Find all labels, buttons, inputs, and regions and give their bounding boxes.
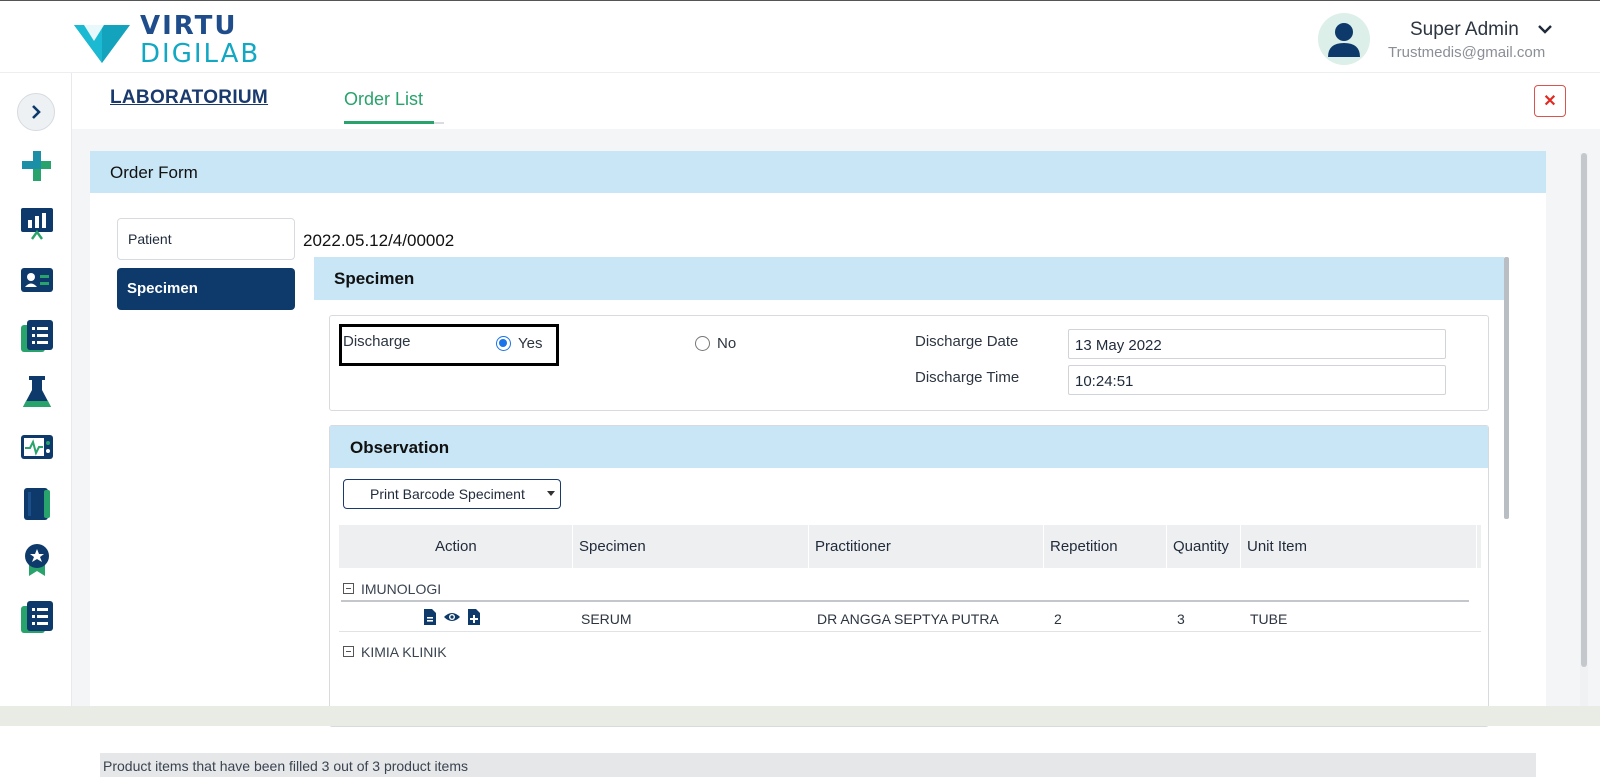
observation-title: Observation [350, 438, 450, 457]
cell-unit-item: TUBE [1250, 611, 1288, 627]
monitor-pulse-icon[interactable] [20, 431, 54, 465]
app-header: VIRTU DIGILAB Super Admin Trustmedis@gma… [0, 1, 1600, 73]
column-divider [1166, 525, 1167, 568]
column-divider [1240, 525, 1241, 568]
discharge-yes-radio[interactable] [496, 336, 511, 351]
specimen-title: Specimen [334, 269, 415, 288]
group-label: KIMIA KLINIK [361, 644, 447, 660]
add-document-icon[interactable] [467, 609, 481, 625]
active-tab-indicator [344, 121, 434, 124]
discharge-yes-label[interactable]: Yes [518, 335, 542, 352]
specimen-panel: Specimen Discharge Yes No Discharge Date… [314, 257, 1509, 727]
table-header: Action Specimen Practitioner Repetition … [339, 525, 1481, 568]
document-list-icon[interactable] [20, 600, 54, 634]
column-divider [572, 525, 573, 568]
chevron-down-icon[interactable] [1538, 21, 1552, 37]
sidebar [0, 73, 72, 726]
order-form-card: Order Form Patient Specimen 2022.05.12/4… [90, 151, 1546, 777]
print-barcode-label: Print Barcode Speciment [370, 486, 525, 502]
cell-quantity: 3 [1177, 611, 1185, 627]
document-icon[interactable] [423, 609, 437, 625]
cell-practitioner: DR ANGGA SEPTYA PUTRA [817, 611, 999, 627]
user-icon [1328, 23, 1360, 57]
document-list-icon[interactable] [20, 319, 54, 353]
col-practitioner: Practitioner [815, 538, 891, 555]
discharge-date-label: Discharge Date [915, 333, 1019, 350]
discharge-date-field[interactable]: 13 May 2022 [1068, 329, 1446, 359]
book-icon[interactable] [20, 487, 54, 521]
brand-line1: VIRTU [140, 11, 238, 41]
brand-line2: DIGILAB [140, 39, 261, 69]
discharge-no-label[interactable]: No [717, 335, 736, 352]
tab-bar: LABORATORIUM Order List ✕ [72, 73, 1600, 129]
cell-repetition: 2 [1054, 611, 1062, 627]
collapse-icon[interactable] [343, 583, 354, 594]
fill-status-message: Product items that have been filled 3 ou… [100, 753, 1536, 777]
column-divider [1476, 525, 1477, 568]
discharge-section: Discharge Yes No Discharge Date 13 May 2… [329, 315, 1489, 411]
flask-icon[interactable] [20, 375, 54, 409]
user-email: Trustmedis@gmail.com [1388, 44, 1546, 61]
order-form-header: Order Form [90, 151, 1546, 193]
observation-header: Observation [330, 426, 1488, 468]
user-menu[interactable]: Super Admin Trustmedis@gmail.com [1318, 13, 1578, 65]
close-button[interactable]: ✕ [1534, 85, 1566, 117]
tab-order-list[interactable]: Order List [344, 89, 423, 110]
collapse-icon[interactable] [343, 646, 354, 657]
nav-specimen[interactable]: Specimen [117, 268, 295, 310]
chart-board-icon[interactable] [20, 206, 54, 240]
specimen-header: Specimen [314, 257, 1504, 300]
group-row-kimia-klinik[interactable]: KIMIA KLINIK [339, 640, 639, 660]
column-divider [1043, 525, 1044, 568]
award-ribbon-icon[interactable] [20, 543, 54, 577]
cell-specimen: SERUM [581, 611, 632, 627]
table-row[interactable]: SERUM DR ANGGA SEPTYA PUTRA 2 3 TUBE [339, 602, 1481, 632]
discharge-time-label: Discharge Time [915, 369, 1020, 386]
eye-icon[interactable] [443, 609, 461, 625]
page-scrollbar-thumb[interactable] [1581, 153, 1587, 667]
tab-underline-rest [434, 122, 444, 124]
nav-patient[interactable]: Patient [117, 218, 295, 260]
main-content: LABORATORIUM Order List ✕ Order Form Pat… [72, 73, 1600, 777]
order-number: 2022.05.12/4/00002 [303, 231, 455, 250]
caret-down-icon [547, 491, 555, 496]
discharge-no-radio[interactable] [695, 336, 710, 351]
col-specimen: Specimen [579, 538, 646, 555]
col-quantity: Quantity [1173, 538, 1229, 555]
user-name: Super Admin [1410, 19, 1519, 40]
print-barcode-button[interactable]: Print Barcode Speciment [343, 479, 561, 509]
discharge-time-field[interactable]: 10:24:51 [1068, 365, 1446, 395]
logo-mark-icon [74, 25, 130, 63]
col-action: Action [435, 538, 477, 555]
observation-panel: Observation Print Barcode Speciment Acti… [329, 425, 1489, 727]
group-label: IMUNOLOGI [361, 581, 442, 597]
bottom-strip [0, 706, 1600, 726]
tab-laboratorium[interactable]: LABORATORIUM [110, 87, 268, 109]
specimen-scrollbar[interactable] [1504, 257, 1509, 519]
col-unit-item: Unit Item [1247, 538, 1308, 555]
column-divider [808, 525, 809, 568]
app-logo[interactable]: VIRTU DIGILAB [74, 11, 274, 67]
sidebar-toggle-button[interactable] [17, 93, 55, 131]
discharge-label: Discharge [343, 333, 411, 350]
group-row-imunologi[interactable]: IMUNOLOGI [339, 568, 1481, 602]
col-repetition: Repetition [1050, 538, 1118, 555]
order-form-title: Order Form [110, 163, 198, 182]
id-card-icon[interactable] [20, 263, 54, 297]
avatar[interactable] [1318, 13, 1370, 65]
medical-cross-icon[interactable] [20, 149, 54, 183]
chevron-right-icon [32, 105, 41, 119]
